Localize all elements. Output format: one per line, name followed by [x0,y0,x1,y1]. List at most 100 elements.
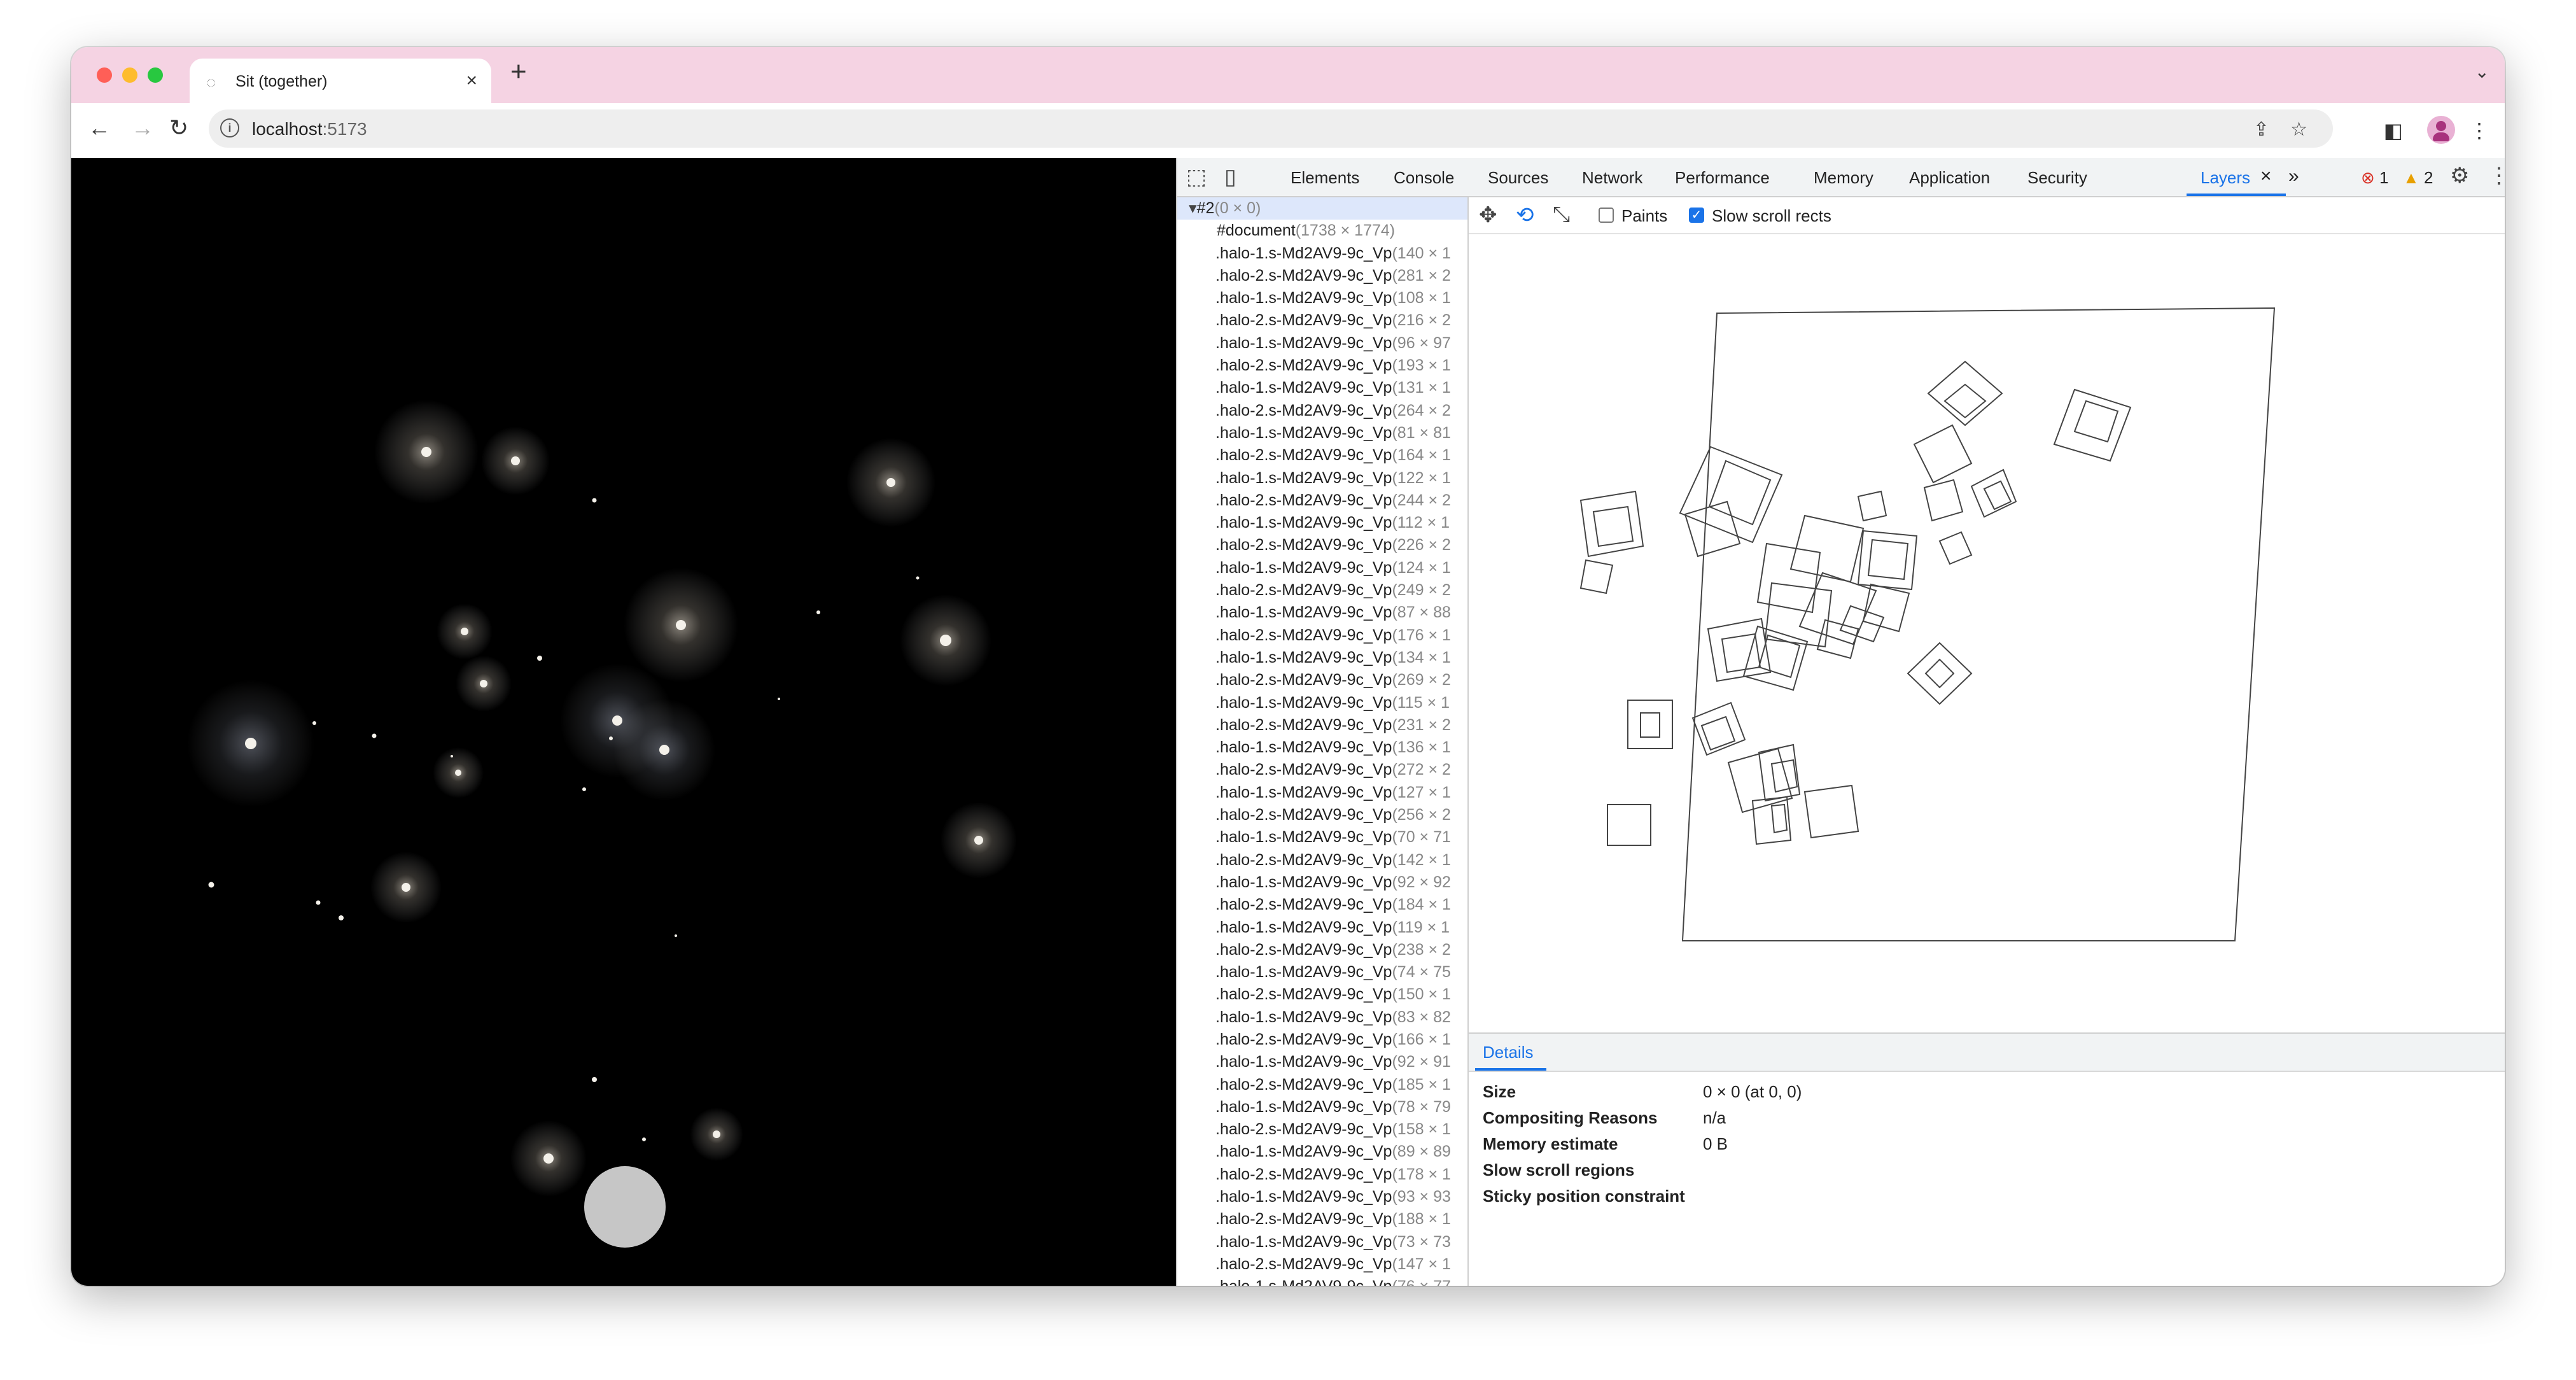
tab-sources[interactable]: Sources [1488,168,1548,188]
layer-row[interactable]: .halo-1.s-Md2AV9-9c_Vp(127 × 1 [1177,782,1467,804]
layer-row[interactable]: .halo-2.s-Md2AV9-9c_Vp(158 × 1 [1177,1118,1467,1141]
layer-row[interactable]: .halo-2.s-Md2AV9-9c_Vp(150 × 1 [1177,983,1467,1006]
layer-row[interactable]: .halo-1.s-Md2AV9-9c_Vp(83 × 82 [1177,1006,1467,1029]
layer-row[interactable]: .halo-2.s-Md2AV9-9c_Vp(238 × 2 [1177,939,1467,961]
layer-name: .halo-2.s-Md2AV9-9c_Vp [1215,1165,1392,1183]
layer-row[interactable]: .halo-2.s-Md2AV9-9c_Vp(249 × 2 [1177,579,1467,602]
site-info-icon[interactable]: i [220,118,239,137]
layer-row[interactable]: .halo-2.s-Md2AV9-9c_Vp(166 × 1 [1177,1029,1467,1051]
layer-row[interactable]: .halo-2.s-Md2AV9-9c_Vp(264 × 2 [1177,400,1467,422]
tab-network[interactable]: Network [1582,168,1642,188]
layer-row[interactable]: .halo-2.s-Md2AV9-9c_Vp(188 × 1 [1177,1208,1467,1230]
layer-name: .halo-1.s-Md2AV9-9c_Vp [1215,1097,1392,1116]
maximize-window-button[interactable] [148,67,163,83]
tab-application[interactable]: Application [1909,168,1990,188]
close-layers-tab-icon[interactable]: × [2260,165,2272,187]
layer-document-row[interactable]: #document(1738 × 1774) [1177,220,1467,242]
tab-elements[interactable]: Elements [1291,168,1359,188]
layer-row[interactable]: .halo-1.s-Md2AV9-9c_Vp(112 × 1 [1177,512,1467,534]
reset-transform-icon[interactable]: ⤡ [1553,202,1570,227]
paints-checkbox[interactable] [1599,208,1614,223]
tab-details[interactable]: Details [1483,1043,1533,1062]
layer-row[interactable]: .halo-2.s-Md2AV9-9c_Vp(142 × 1 [1177,849,1467,871]
browser-tab[interactable]: ◌ Sit (together) × [190,59,491,103]
layer-row[interactable]: .halo-1.s-Md2AV9-9c_Vp(81 × 81 [1177,422,1467,444]
layer-name: .halo-2.s-Md2AV9-9c_Vp [1215,806,1392,824]
layer-row[interactable]: .halo-1.s-Md2AV9-9c_Vp(87 × 88 [1177,602,1467,624]
share-icon[interactable]: ⇪ [2253,118,2269,141]
layer-row[interactable]: .halo-2.s-Md2AV9-9c_Vp(281 × 2 [1177,265,1467,287]
layer-row[interactable]: .halo-1.s-Md2AV9-9c_Vp(93 × 93 [1177,1186,1467,1208]
layer-name: .halo-1.s-Md2AV9-9c_Vp [1215,1008,1392,1026]
layer-dims: (238 × 2 [1392,940,1451,959]
profile-avatar[interactable] [2427,116,2455,144]
new-tab-button[interactable]: + [510,56,527,88]
layer-root-row[interactable]: ▾#2(0 × 0) [1177,197,1467,220]
layer-row[interactable]: .halo-2.s-Md2AV9-9c_Vp(164 × 1 [1177,444,1467,467]
layer-row[interactable]: .halo-1.s-Md2AV9-9c_Vp(73 × 73 [1177,1231,1467,1253]
pan-mode-icon[interactable]: ✥ [1479,202,1497,228]
layer-row[interactable]: .halo-1.s-Md2AV9-9c_Vp(124 × 1 [1177,557,1467,579]
error-badge[interactable]: ⊗ 1 [2361,168,2389,188]
layer-row[interactable]: .halo-2.s-Md2AV9-9c_Vp(256 × 2 [1177,804,1467,826]
tab-title: Sit (together) [235,73,328,90]
slow-scroll-rects-checkbox[interactable]: ✓ [1689,208,1704,223]
layer-row[interactable]: .halo-2.s-Md2AV9-9c_Vp(193 × 1 [1177,355,1467,377]
close-window-button[interactable] [97,67,112,83]
layer-row[interactable]: .halo-2.s-Md2AV9-9c_Vp(244 × 2 [1177,489,1467,512]
warning-badge[interactable]: ▲ 2 [2403,168,2433,188]
close-tab-icon[interactable]: × [466,70,477,92]
address-bar[interactable]: i localhost:5173 ⇪ ☆ [209,109,2333,148]
layer-row[interactable]: .halo-1.s-Md2AV9-9c_Vp(76 × 77 [1177,1276,1467,1286]
layer-row[interactable]: .halo-2.s-Md2AV9-9c_Vp(216 × 2 [1177,309,1467,332]
layer-row[interactable]: .halo-2.s-Md2AV9-9c_Vp(178 × 1 [1177,1164,1467,1186]
tab-security[interactable]: Security [2027,168,2087,188]
layer-row[interactable]: .halo-1.s-Md2AV9-9c_Vp(136 × 1 [1177,736,1467,759]
browser-menu-icon[interactable]: ⋮ [2469,118,2489,143]
layer-row[interactable]: .halo-1.s-Md2AV9-9c_Vp(89 × 89 [1177,1141,1467,1163]
side-panel-icon[interactable]: ◧ [2384,118,2403,143]
layer-row[interactable]: .halo-1.s-Md2AV9-9c_Vp(119 × 1 [1177,917,1467,939]
layer-row[interactable]: .halo-1.s-Md2AV9-9c_Vp(140 × 1 [1177,243,1467,265]
layer-row[interactable]: .halo-1.s-Md2AV9-9c_Vp(134 × 1 [1177,647,1467,669]
rotate-mode-icon[interactable]: ⟲ [1516,202,1534,228]
expand-triangle-icon[interactable]: ▾ [1189,199,1197,217]
layer-row[interactable]: .halo-1.s-Md2AV9-9c_Vp(92 × 92 [1177,871,1467,894]
page-canvas[interactable] [71,158,1176,1286]
layer-dims: (127 × 1 [1392,783,1451,801]
tab-console[interactable]: Console [1394,168,1454,188]
control-dial[interactable] [584,1166,666,1248]
layer-row[interactable]: .halo-2.s-Md2AV9-9c_Vp(176 × 1 [1177,624,1467,647]
device-toolbar-icon[interactable]: ▯ [1224,164,1236,190]
layer-row[interactable]: .halo-2.s-Md2AV9-9c_Vp(185 × 1 [1177,1074,1467,1096]
layer-row[interactable]: .halo-1.s-Md2AV9-9c_Vp(92 × 91 [1177,1051,1467,1073]
layer-row[interactable]: .halo-1.s-Md2AV9-9c_Vp(115 × 1 [1177,692,1467,714]
layers-3d-viewport[interactable] [1469,234,2505,1032]
forward-arrow-icon[interactable]: → [131,115,154,141]
tab-search-chevron-icon[interactable]: ⌄ [2475,61,2489,82]
layer-row[interactable]: .halo-2.s-Md2AV9-9c_Vp(272 × 2 [1177,759,1467,781]
more-tabs-chevron-icon[interactable]: » [2288,165,2299,187]
layer-row[interactable]: .halo-1.s-Md2AV9-9c_Vp(131 × 1 [1177,377,1467,399]
layer-row[interactable]: .halo-2.s-Md2AV9-9c_Vp(184 × 1 [1177,894,1467,916]
bookmark-star-icon[interactable]: ☆ [2290,118,2307,141]
layer-row[interactable]: .halo-2.s-Md2AV9-9c_Vp(231 × 2 [1177,714,1467,736]
layer-row[interactable]: .halo-1.s-Md2AV9-9c_Vp(122 × 1 [1177,467,1467,489]
devtools-menu-icon[interactable]: ⋮ [2488,163,2505,188]
settings-gear-icon[interactable]: ⚙ [2450,163,2469,188]
layer-row[interactable]: .halo-1.s-Md2AV9-9c_Vp(74 × 75 [1177,961,1467,983]
inspect-element-icon[interactable]: ⬚ [1186,164,1207,190]
back-arrow-icon[interactable]: ← [88,115,111,141]
tab-performance[interactable]: Performance [1675,168,1770,188]
layer-row[interactable]: .halo-1.s-Md2AV9-9c_Vp(70 × 71 [1177,826,1467,848]
layer-row[interactable]: .halo-2.s-Md2AV9-9c_Vp(226 × 2 [1177,534,1467,556]
layer-row[interactable]: .halo-1.s-Md2AV9-9c_Vp(108 × 1 [1177,287,1467,309]
tab-memory[interactable]: Memory [1814,168,1873,188]
layer-row[interactable]: .halo-2.s-Md2AV9-9c_Vp(147 × 1 [1177,1253,1467,1276]
minimize-window-button[interactable] [122,67,137,83]
layer-row[interactable]: .halo-1.s-Md2AV9-9c_Vp(78 × 79 [1177,1096,1467,1118]
layer-row[interactable]: .halo-2.s-Md2AV9-9c_Vp(269 × 2 [1177,669,1467,691]
tab-layers[interactable]: Layers [2201,168,2250,188]
reload-icon[interactable]: ↻ [169,115,188,141]
layer-row[interactable]: .halo-1.s-Md2AV9-9c_Vp(96 × 97 [1177,332,1467,355]
